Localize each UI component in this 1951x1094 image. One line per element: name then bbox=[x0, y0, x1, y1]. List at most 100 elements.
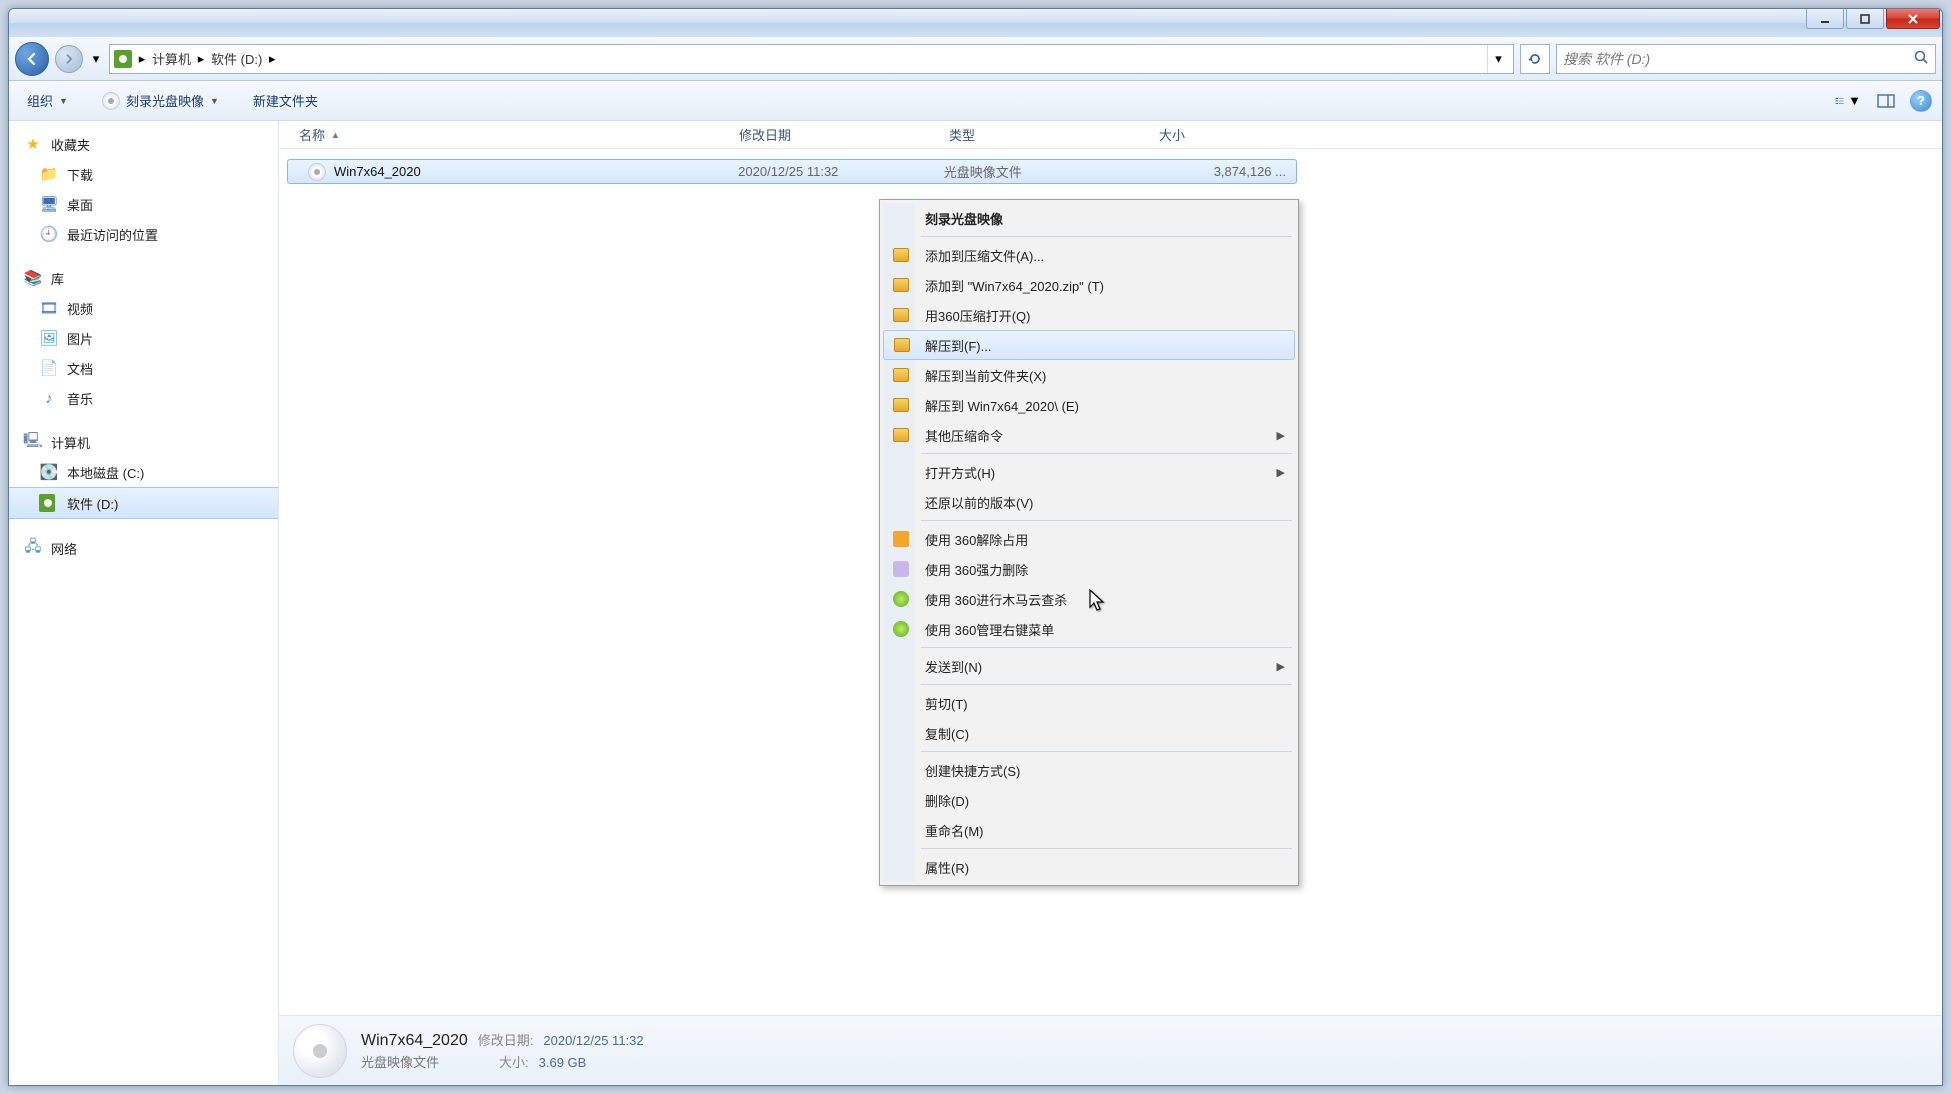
sort-indicator-icon: ▲ bbox=[331, 130, 340, 140]
organize-button[interactable]: 组织 ▼ bbox=[19, 87, 76, 114]
menu-extract-to-named[interactable]: 解压到 Win7x64_2020\ (E) bbox=[883, 390, 1295, 420]
address-dropdown[interactable]: ▾ bbox=[1487, 45, 1509, 73]
360-icon bbox=[891, 619, 911, 639]
column-name[interactable]: 名称 ▲ bbox=[279, 121, 729, 148]
chevron-right-icon[interactable]: ▸ bbox=[195, 50, 207, 68]
menu-burn-image[interactable]: 刻录光盘映像 bbox=[883, 203, 1295, 233]
search-box[interactable] bbox=[1556, 44, 1936, 74]
sidebar-item-recent[interactable]: 🕘 最近访问的位置 bbox=[9, 219, 278, 249]
sidebar-item-downloads[interactable]: 📁 下载 bbox=[9, 159, 278, 189]
menu-rename[interactable]: 重命名(M) bbox=[883, 815, 1295, 845]
sidebar-item-label: 下载 bbox=[67, 165, 93, 184]
library-icon: 📚 bbox=[23, 268, 43, 288]
nav-history-dropdown[interactable]: ▾ bbox=[89, 49, 103, 69]
new-folder-button[interactable]: 新建文件夹 bbox=[245, 87, 326, 114]
view-mode-button[interactable]: ▼ bbox=[1834, 88, 1862, 114]
sidebar-item-drive-c[interactable]: 💽 本地磁盘 (C:) bbox=[9, 457, 278, 487]
close-button[interactable] bbox=[1886, 9, 1940, 29]
menu-360-trojan-scan[interactable]: 使用 360进行木马云查杀 bbox=[883, 584, 1295, 614]
details-title: Win7x64_2020 bbox=[361, 1032, 468, 1050]
sidebar-item-videos[interactable]: 🎞 视频 bbox=[9, 293, 278, 323]
sidebar-item-label: 本地磁盘 (C:) bbox=[67, 463, 144, 482]
content-area: 名称 ▲ 修改日期 类型 大小 Win7x64_2020 2020/12/25 … bbox=[279, 121, 1942, 1085]
menu-copy[interactable]: 复制(C) bbox=[883, 718, 1295, 748]
file-list[interactable]: Win7x64_2020 2020/12/25 11:32 光盘映像文件 3,8… bbox=[279, 149, 1942, 1015]
menu-extract-to[interactable]: 解压到(F)... bbox=[883, 330, 1295, 360]
archive-icon bbox=[892, 335, 912, 355]
sidebar-item-pictures[interactable]: 🖼 图片 bbox=[9, 323, 278, 353]
menu-separator bbox=[921, 520, 1292, 521]
menu-open-with-360zip[interactable]: 用360压缩打开(Q) bbox=[883, 300, 1295, 330]
360-icon bbox=[891, 589, 911, 609]
submenu-arrow-icon: ▶ bbox=[1277, 466, 1285, 479]
submenu-arrow-icon: ▶ bbox=[1277, 660, 1285, 673]
sidebar-libraries[interactable]: 📚 库 bbox=[9, 263, 278, 293]
menu-separator bbox=[921, 751, 1292, 752]
folder-icon: 📁 bbox=[39, 164, 59, 184]
sidebar-item-label: 最近访问的位置 bbox=[67, 225, 158, 244]
column-size[interactable]: 大小 bbox=[1149, 121, 1309, 148]
column-headers: 名称 ▲ 修改日期 类型 大小 bbox=[279, 121, 1942, 149]
menu-add-to-archive[interactable]: 添加到压缩文件(A)... bbox=[883, 240, 1295, 270]
picture-icon: 🖼 bbox=[39, 328, 59, 348]
address-bar[interactable]: ▸ 计算机 ▸ 软件 (D:) ▸ ▾ bbox=[109, 44, 1514, 74]
archive-icon bbox=[891, 425, 911, 445]
titlebar bbox=[9, 9, 1942, 37]
sidebar-item-music[interactable]: ♪ 音乐 bbox=[9, 383, 278, 413]
sidebar-item-label: 视频 bbox=[67, 299, 93, 318]
submenu-arrow-icon: ▶ bbox=[1277, 429, 1285, 442]
minimize-button[interactable] bbox=[1806, 9, 1844, 29]
sidebar-item-label: 桌面 bbox=[67, 195, 93, 214]
file-name: Win7x64_2020 bbox=[334, 164, 421, 179]
sidebar-favorites[interactable]: ★ 收藏夹 bbox=[9, 129, 278, 159]
menu-360-unlock[interactable]: 使用 360解除占用 bbox=[883, 524, 1295, 554]
details-pane: Win7x64_2020 修改日期: 2020/12/25 11:32 光盘映像… bbox=[279, 1015, 1942, 1085]
details-type: 光盘映像文件 bbox=[361, 1052, 439, 1071]
chevron-right-icon[interactable]: ▸ bbox=[266, 50, 278, 68]
menu-other-zip[interactable]: 其他压缩命令▶ bbox=[883, 420, 1295, 450]
breadcrumb-current[interactable]: 软件 (D:) bbox=[207, 49, 266, 68]
menu-properties[interactable]: 属性(R) bbox=[883, 852, 1295, 882]
file-type: 光盘映像文件 bbox=[934, 162, 1140, 181]
menu-add-to-zip[interactable]: 添加到 "Win7x64_2020.zip" (T) bbox=[883, 270, 1295, 300]
column-type[interactable]: 类型 bbox=[939, 121, 1149, 148]
menu-create-shortcut[interactable]: 创建快捷方式(S) bbox=[883, 755, 1295, 785]
back-button[interactable] bbox=[15, 42, 49, 76]
chevron-down-icon: ▼ bbox=[1848, 93, 1861, 108]
help-button[interactable]: ? bbox=[1910, 90, 1932, 112]
menu-separator bbox=[921, 236, 1292, 237]
desktop-icon: 🖥 bbox=[39, 194, 59, 214]
archive-icon bbox=[891, 305, 911, 325]
forward-button[interactable] bbox=[55, 45, 83, 73]
chevron-right-icon[interactable]: ▸ bbox=[136, 50, 148, 68]
sidebar-item-label: 软件 (D:) bbox=[67, 494, 118, 513]
menu-360-force-delete[interactable]: 使用 360强力删除 bbox=[883, 554, 1295, 584]
preview-pane-button[interactable] bbox=[1872, 88, 1900, 114]
menu-send-to[interactable]: 发送到(N)▶ bbox=[883, 651, 1295, 681]
sidebar-item-label: 网络 bbox=[51, 539, 77, 558]
menu-separator bbox=[921, 684, 1292, 685]
sidebar-item-drive-d[interactable]: 软件 (D:) bbox=[9, 487, 278, 519]
maximize-button[interactable] bbox=[1846, 9, 1884, 29]
sidebar-computer[interactable]: 🖳 计算机 bbox=[9, 427, 278, 457]
network-icon: 🖧 bbox=[23, 538, 43, 558]
menu-cut[interactable]: 剪切(T) bbox=[883, 688, 1295, 718]
menu-delete[interactable]: 删除(D) bbox=[883, 785, 1295, 815]
details-size: 3.69 GB bbox=[539, 1055, 587, 1070]
sidebar-item-desktop[interactable]: 🖥 桌面 bbox=[9, 189, 278, 219]
breadcrumb-computer[interactable]: 计算机 bbox=[148, 49, 195, 68]
recent-icon: 🕘 bbox=[39, 224, 59, 244]
burn-image-button[interactable]: 刻录光盘映像 ▼ bbox=[94, 87, 227, 114]
new-folder-label: 新建文件夹 bbox=[253, 91, 318, 110]
refresh-button[interactable] bbox=[1520, 44, 1550, 74]
menu-separator bbox=[921, 647, 1292, 648]
sidebar-item-documents[interactable]: 📄 文档 bbox=[9, 353, 278, 383]
menu-open-with[interactable]: 打开方式(H)▶ bbox=[883, 457, 1295, 487]
column-date[interactable]: 修改日期 bbox=[729, 121, 939, 148]
menu-extract-here[interactable]: 解压到当前文件夹(X) bbox=[883, 360, 1295, 390]
sidebar-network[interactable]: 🖧 网络 bbox=[9, 533, 278, 563]
file-row[interactable]: Win7x64_2020 2020/12/25 11:32 光盘映像文件 3,8… bbox=[287, 159, 1297, 184]
search-input[interactable] bbox=[1563, 51, 1913, 67]
menu-restore-previous[interactable]: 还原以前的版本(V) bbox=[883, 487, 1295, 517]
menu-360-context-menu[interactable]: 使用 360管理右键菜单 bbox=[883, 614, 1295, 644]
